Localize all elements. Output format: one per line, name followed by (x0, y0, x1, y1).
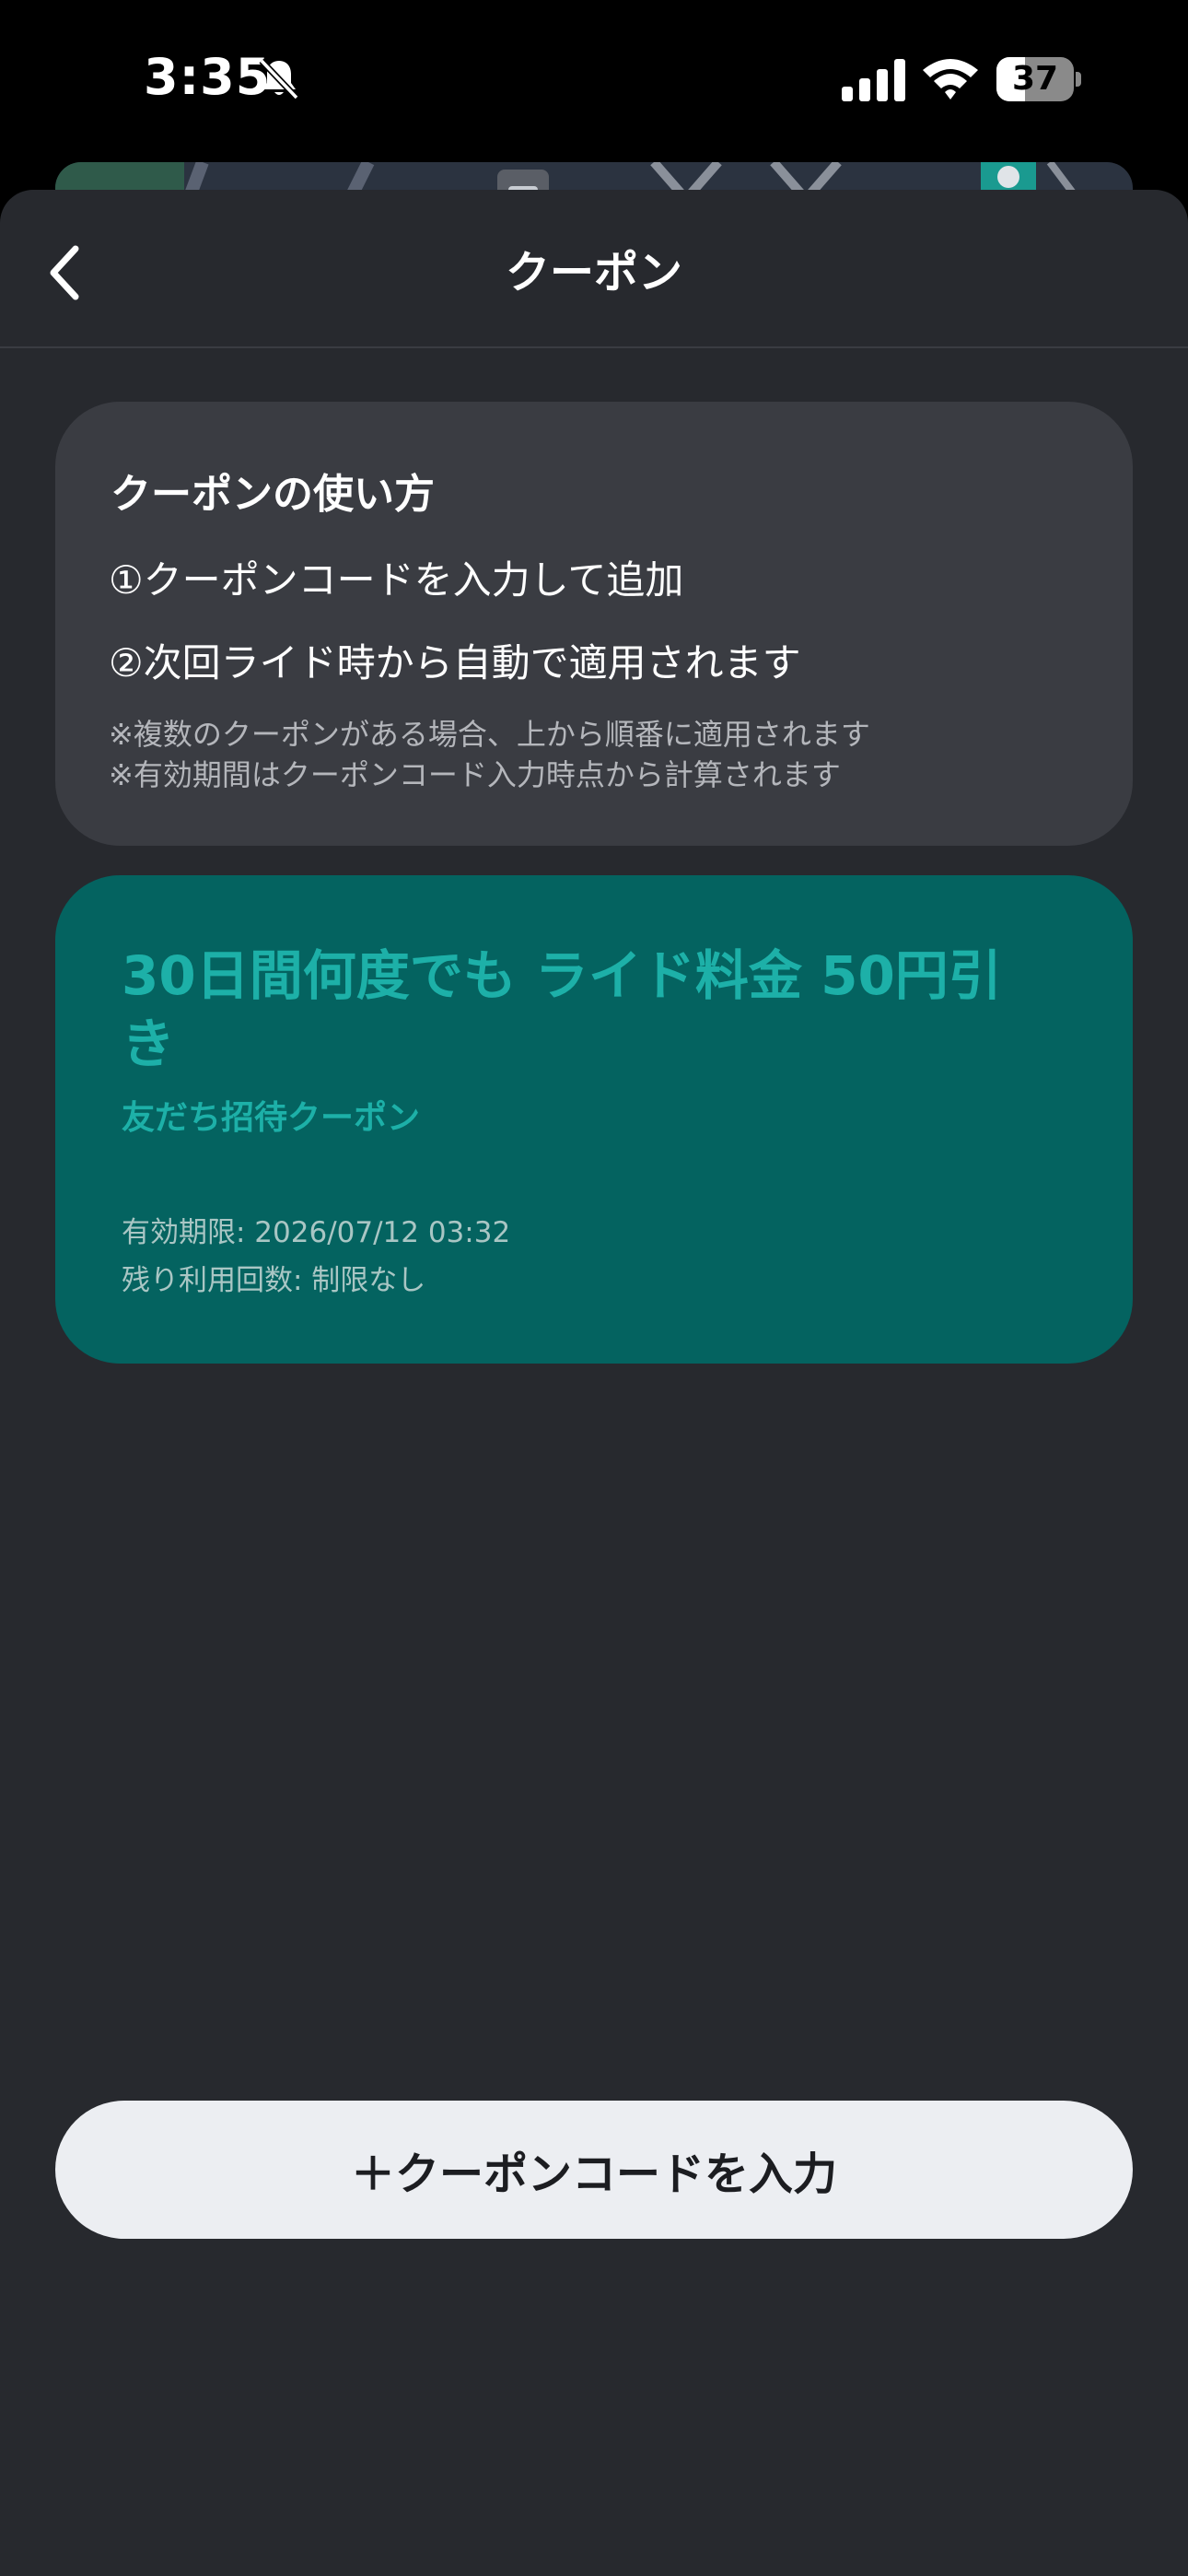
howto-note: ※複数のクーポンがある場合、上から順番に適用されます (109, 717, 870, 752)
coupon-title: 30日間何度でも ライド料金 50円引き (122, 944, 1002, 1075)
coupon-expiry: 有効期限: 2026/07/12 03:32 (122, 1216, 511, 1249)
status-bar: 3:35 37 (0, 0, 1188, 157)
enter-coupon-code-button[interactable]: ＋クーポンコードを入力 (55, 2101, 1133, 2239)
status-time: 3:35 (144, 48, 272, 106)
howto-title: クーポンの使い方 (111, 471, 435, 518)
howto-note: ※有効期間はクーポンコード入力時点から計算されます (109, 757, 841, 792)
nav-header: クーポン (0, 190, 1188, 348)
howto-step: ①クーポンコードを入力して追加 (109, 557, 684, 603)
howto-step: ②次回ライド時から自動で適用されます (109, 640, 801, 685)
page-title: クーポン (505, 247, 682, 299)
coupon-subtitle: 友だち招待クーポン (122, 1099, 421, 1137)
coupon-remaining-uses: 残り利用回数: 制限なし (122, 1264, 426, 1297)
bell-slash-icon (259, 58, 299, 100)
battery-level: 37 (1011, 60, 1059, 98)
wifi-icon (923, 59, 978, 100)
cellular-signal-icon (842, 59, 905, 101)
coupon-card[interactable]: 30日間何度でも ライド料金 50円引き 友だち招待クーポン 有効期限: 202… (55, 875, 1133, 1364)
battery-icon: 37 (996, 57, 1081, 101)
howto-card: クーポンの使い方 ①クーポンコードを入力して追加 ②次回ライド時から自動で適用さ… (55, 402, 1133, 846)
